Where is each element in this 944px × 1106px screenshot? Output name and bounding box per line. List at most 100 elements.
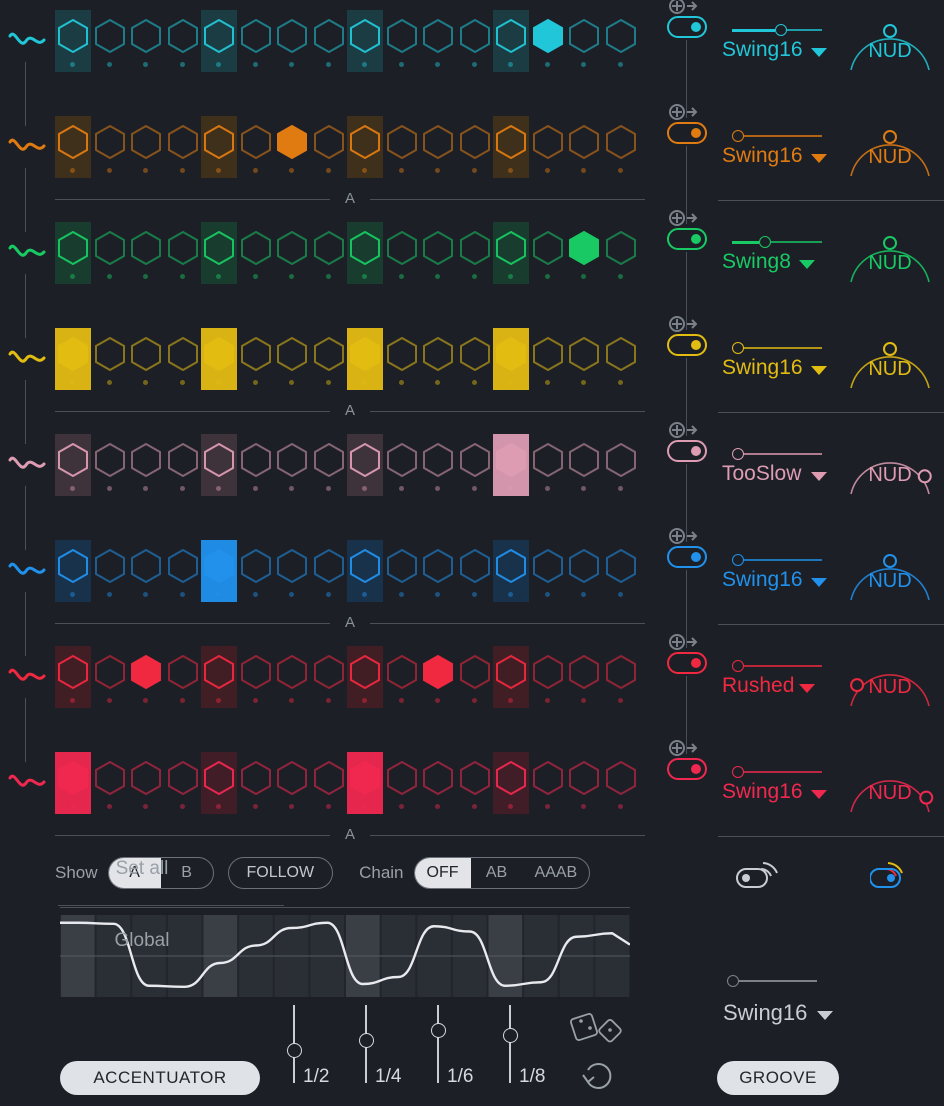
step-cell[interactable] bbox=[384, 222, 420, 284]
step-cell[interactable] bbox=[457, 328, 493, 390]
step-cell[interactable] bbox=[603, 752, 639, 814]
step-cell[interactable] bbox=[347, 116, 383, 178]
step-cell[interactable] bbox=[128, 116, 164, 178]
track-enable-toggle[interactable] bbox=[667, 652, 707, 674]
groove-amount-slider[interactable] bbox=[732, 236, 822, 248]
step-cell[interactable] bbox=[311, 328, 347, 390]
slider-knob[interactable] bbox=[775, 24, 787, 36]
step-cell[interactable] bbox=[165, 222, 201, 284]
step-cell[interactable] bbox=[238, 540, 274, 602]
dice-icon[interactable] bbox=[570, 1008, 632, 1046]
step-cell[interactable] bbox=[238, 328, 274, 390]
groove-amount-slider[interactable] bbox=[732, 660, 822, 672]
slider-knob[interactable] bbox=[759, 236, 771, 248]
step-cell[interactable] bbox=[566, 434, 602, 496]
step-cell[interactable] bbox=[347, 434, 383, 496]
step-cell[interactable] bbox=[311, 540, 347, 602]
chevron-down-icon[interactable] bbox=[811, 578, 827, 587]
step-cell[interactable] bbox=[274, 540, 310, 602]
step-cell[interactable] bbox=[603, 434, 639, 496]
slider-knob[interactable] bbox=[732, 130, 744, 142]
step-cell[interactable] bbox=[92, 646, 128, 708]
step-cell[interactable] bbox=[311, 222, 347, 284]
groove-type-dropdown[interactable]: Swing16 bbox=[722, 568, 803, 592]
step-cell[interactable] bbox=[603, 10, 639, 72]
step-cell[interactable] bbox=[530, 646, 566, 708]
step-cell[interactable] bbox=[603, 222, 639, 284]
add-arrow-icon[interactable] bbox=[668, 632, 698, 650]
step-cell[interactable] bbox=[603, 328, 639, 390]
step-cell[interactable] bbox=[274, 646, 310, 708]
step-cell[interactable] bbox=[457, 540, 493, 602]
step-cell[interactable] bbox=[384, 646, 420, 708]
groove-type-dropdown[interactable]: Swing8 bbox=[722, 250, 791, 274]
slider-knob[interactable] bbox=[431, 1023, 446, 1038]
groove-type-dropdown[interactable]: Rushed bbox=[722, 674, 794, 698]
global-groove-dropdown[interactable]: Swing16 bbox=[723, 1000, 807, 1026]
step-cell[interactable] bbox=[165, 434, 201, 496]
step-cell[interactable] bbox=[420, 222, 456, 284]
step-cell[interactable] bbox=[384, 540, 420, 602]
step-cell[interactable] bbox=[603, 116, 639, 178]
slider-knob[interactable] bbox=[732, 554, 744, 566]
step-cell[interactable] bbox=[128, 540, 164, 602]
step-cell[interactable] bbox=[201, 646, 237, 708]
chain-option-ab[interactable]: AB bbox=[471, 858, 523, 888]
chain-segmented-control[interactable]: OFFABAAAB bbox=[414, 857, 591, 889]
step-cell[interactable] bbox=[128, 752, 164, 814]
step-cell[interactable] bbox=[530, 116, 566, 178]
chevron-down-icon[interactable] bbox=[811, 154, 827, 163]
accentuator-button[interactable]: ACCENTUATOR bbox=[60, 1061, 260, 1095]
step-cell[interactable] bbox=[128, 222, 164, 284]
step-cell[interactable] bbox=[457, 646, 493, 708]
set-all-left-toggle-icon[interactable] bbox=[733, 855, 785, 893]
track-enable-toggle[interactable] bbox=[667, 546, 707, 568]
sine-wave-icon[interactable] bbox=[8, 344, 46, 374]
step-cell[interactable] bbox=[238, 752, 274, 814]
step-cell[interactable] bbox=[128, 10, 164, 72]
step-cell[interactable] bbox=[384, 116, 420, 178]
step-cell[interactable] bbox=[530, 222, 566, 284]
groove-amount-slider[interactable] bbox=[732, 130, 822, 142]
step-cell[interactable] bbox=[457, 222, 493, 284]
groove-type-dropdown[interactable]: Swing16 bbox=[722, 356, 803, 380]
step-cell[interactable] bbox=[530, 540, 566, 602]
set-all-right-toggle-icon[interactable] bbox=[870, 855, 922, 893]
step-cell[interactable] bbox=[165, 10, 201, 72]
step-cell[interactable] bbox=[530, 10, 566, 72]
step-cell[interactable] bbox=[384, 752, 420, 814]
step-cell[interactable] bbox=[457, 434, 493, 496]
step-cell[interactable] bbox=[566, 10, 602, 72]
step-cell[interactable] bbox=[311, 10, 347, 72]
step-cell[interactable] bbox=[274, 434, 310, 496]
step-cell[interactable] bbox=[530, 328, 566, 390]
step-cell[interactable] bbox=[457, 752, 493, 814]
step-cell[interactable] bbox=[92, 434, 128, 496]
step-cell[interactable] bbox=[566, 646, 602, 708]
step-cell[interactable] bbox=[92, 540, 128, 602]
step-cell[interactable] bbox=[420, 328, 456, 390]
chevron-down-icon[interactable] bbox=[799, 260, 815, 269]
step-cell[interactable] bbox=[603, 646, 639, 708]
groove-amount-slider[interactable] bbox=[732, 448, 822, 460]
step-cell[interactable] bbox=[201, 116, 237, 178]
step-cell[interactable] bbox=[165, 328, 201, 390]
step-cell[interactable] bbox=[420, 540, 456, 602]
step-cell[interactable] bbox=[201, 752, 237, 814]
groove-type-dropdown[interactable]: Swing16 bbox=[722, 780, 803, 804]
step-cell[interactable] bbox=[603, 540, 639, 602]
step-cell[interactable] bbox=[384, 10, 420, 72]
step-cell[interactable] bbox=[201, 328, 237, 390]
track-enable-toggle[interactable] bbox=[667, 16, 707, 38]
sine-wave-icon[interactable] bbox=[8, 662, 46, 692]
step-cell[interactable] bbox=[274, 752, 310, 814]
sine-wave-icon[interactable] bbox=[8, 768, 46, 798]
step-cell[interactable] bbox=[165, 646, 201, 708]
slider-knob[interactable] bbox=[732, 342, 744, 354]
add-arrow-icon[interactable] bbox=[668, 420, 698, 438]
chain-option-off[interactable]: OFF bbox=[415, 858, 471, 888]
groove-amount-slider[interactable] bbox=[732, 766, 822, 778]
step-cell[interactable] bbox=[55, 434, 91, 496]
step-cell[interactable] bbox=[493, 646, 529, 708]
sine-wave-icon[interactable] bbox=[8, 556, 46, 586]
